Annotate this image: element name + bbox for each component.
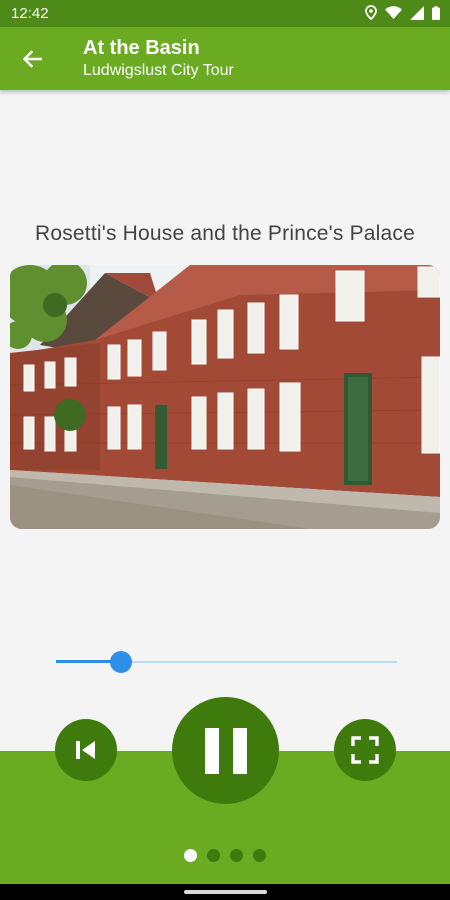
signal-icon (410, 5, 424, 20)
fullscreen-button[interactable] (334, 719, 396, 781)
wifi-icon (385, 6, 402, 19)
page-dot[interactable] (253, 849, 266, 862)
status-icons (365, 5, 440, 20)
home-indicator[interactable] (184, 890, 267, 894)
status-time: 12:42 (11, 5, 49, 22)
slider-thumb[interactable] (109, 651, 132, 673)
page-dot[interactable] (207, 849, 220, 862)
status-bar: 12:42 (0, 0, 450, 27)
pause-button[interactable] (172, 697, 279, 804)
location-icon (365, 5, 377, 20)
previous-button[interactable] (55, 719, 117, 781)
system-nav-bar (0, 884, 450, 900)
station-photo (10, 265, 440, 529)
arrow-left-icon (22, 50, 42, 68)
fullscreen-icon (351, 736, 379, 764)
app-bar: At the Basin Ludwigslust City Tour (0, 27, 450, 90)
skip-previous-icon (76, 741, 95, 759)
seek-slider[interactable] (56, 650, 397, 674)
page-indicator (184, 849, 266, 862)
battery-icon (432, 5, 440, 20)
page-dot[interactable] (184, 849, 197, 862)
page-title: At the Basin (83, 37, 200, 59)
station-title: Rosetti's House and the Prince's Palace (34, 222, 416, 245)
pause-icon (204, 727, 247, 774)
page-subtitle: Ludwigslust City Tour (83, 62, 234, 79)
page-dot[interactable] (230, 849, 243, 862)
back-button[interactable] (12, 39, 52, 79)
